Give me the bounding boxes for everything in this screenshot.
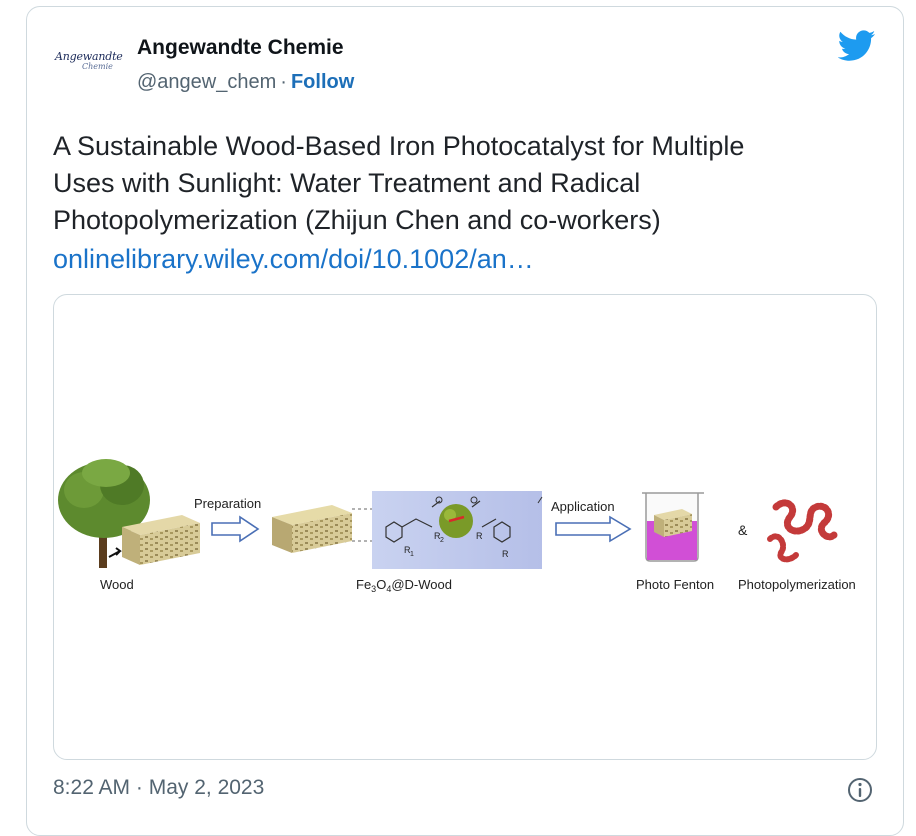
figure-label-photopolymerization: Photopolymerization [738, 577, 856, 592]
figure-label-wood: Wood [100, 577, 134, 592]
separator-dot: · [280, 71, 287, 93]
author-handle-row: @angew_chem · Follow [137, 71, 354, 94]
preparation-arrow [211, 515, 260, 543]
zoom-guide-lines [352, 508, 372, 542]
author-name[interactable]: Angewandte Chemie [137, 36, 344, 60]
molecular-structure-panel: R 1 R 2 R R [372, 491, 543, 569]
wood-block-delignified [272, 505, 352, 553]
figure-label-application: Application [551, 499, 615, 514]
tweet-media-image[interactable]: Wood Preparation R 1 R 2 R R Fe3O4@D-Woo… [53, 294, 877, 760]
figure-ampersand: & [738, 522, 748, 538]
beaker-illustration [642, 492, 704, 562]
application-arrow [555, 515, 632, 543]
twitter-bird-icon[interactable] [838, 30, 876, 62]
polymer-chain-illustration [767, 499, 838, 563]
tweet-timestamp[interactable]: 8:22 AM · May 2, 2023 [53, 776, 264, 800]
figure-label-photo-fenton: Photo Fenton [636, 577, 714, 592]
svg-text:R: R [502, 549, 509, 559]
follow-button[interactable]: Follow [291, 71, 354, 93]
tweet-text: A Sustainable Wood-Based Iron Photocatal… [53, 131, 745, 235]
svg-text:2: 2 [440, 537, 444, 544]
info-icon[interactable] [846, 776, 874, 804]
svg-text:R: R [476, 531, 483, 541]
author-handle[interactable]: @angew_chem [137, 71, 276, 93]
tweet-link[interactable]: onlinelibrary.wiley.com/doi/10.1002/an… [53, 241, 534, 278]
author-avatar-logo[interactable]: Angewandte Chemie [55, 50, 129, 80]
logo-text-chemie: Chemie [82, 62, 113, 71]
figure-label-preparation: Preparation [194, 496, 261, 511]
svg-text:1: 1 [410, 551, 414, 558]
fe3o4-nanoparticle [439, 504, 473, 538]
sample-arrow [108, 547, 122, 558]
figure-label-fe3o4-dwood: Fe3O4@D-Wood [356, 577, 452, 594]
graphical-abstract-figure: Wood Preparation R 1 R 2 R R Fe3O4@D-Woo… [58, 459, 856, 594]
